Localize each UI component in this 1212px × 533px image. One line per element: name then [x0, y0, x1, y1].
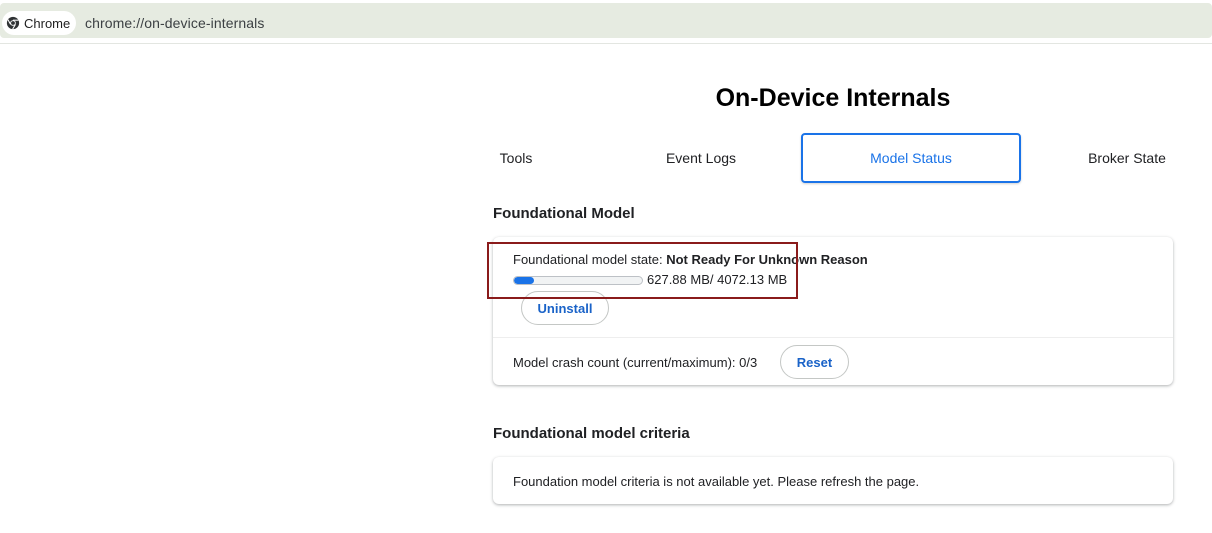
address-bar[interactable]: Chrome chrome://on-device-internals	[0, 3, 1212, 38]
tab-model-status[interactable]: Model Status	[801, 133, 1021, 183]
download-progress-fill	[514, 277, 534, 284]
tab-event-logs[interactable]: Event Logs	[653, 133, 749, 183]
tab-label: Model Status	[870, 150, 952, 166]
download-progress-bar	[513, 276, 643, 285]
site-chip-label: Chrome	[24, 15, 71, 31]
tab-tools[interactable]: Tools	[483, 133, 549, 183]
foundational-model-card: Foundational model state: Not Ready For …	[493, 237, 1173, 385]
uninstall-button[interactable]: Uninstall	[521, 291, 609, 325]
page-title: On-Device Internals	[715, 84, 951, 112]
tab-bar: Tools Event Logs Model Status Broker Sta…	[483, 133, 1183, 183]
site-chip[interactable]: Chrome	[2, 11, 76, 35]
browser-toolbar: Chrome chrome://on-device-internals	[0, 0, 1212, 44]
criteria-message: Foundation model criteria is not availab…	[513, 474, 920, 489]
tab-broker-state[interactable]: Broker State	[1077, 133, 1177, 183]
model-state-value: Not Ready For Unknown Reason	[666, 252, 868, 267]
tab-label: Event Logs	[665, 150, 737, 166]
criteria-card: Foundation model criteria is not availab…	[493, 457, 1173, 504]
card-divider	[493, 337, 1173, 338]
url-text[interactable]: chrome://on-device-internals	[85, 15, 264, 31]
crash-count-text: Model crash count (current/maximum): 0/3	[513, 355, 758, 370]
foundational-model-heading: Foundational Model	[493, 205, 635, 222]
model-state-line: Foundational model state: Not Ready For …	[513, 252, 868, 267]
download-progress-text: 627.88 MB/ 4072.13 MB	[647, 272, 788, 287]
chrome-logo-icon	[6, 16, 20, 30]
criteria-heading: Foundational model criteria	[493, 425, 690, 442]
tab-label: Broker State	[1088, 150, 1166, 166]
tab-label: Tools	[499, 150, 533, 166]
reset-button[interactable]: Reset	[780, 345, 849, 379]
model-state-label: Foundational model state:	[513, 252, 667, 267]
